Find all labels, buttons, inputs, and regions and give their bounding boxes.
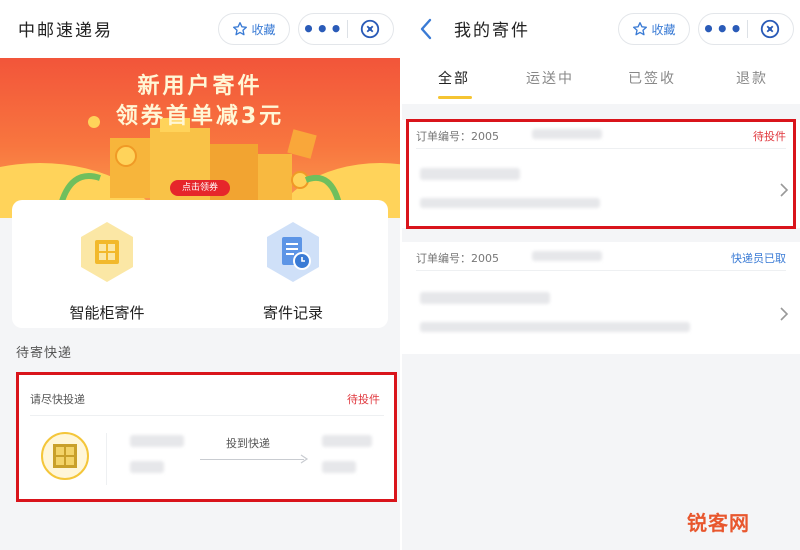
star-icon <box>233 22 248 36</box>
promo-banner[interactable]: 新用户寄件 领券首单减3元 点击领券 <box>0 58 400 218</box>
highlight-frame <box>16 372 397 502</box>
blurred-recipient <box>420 292 550 304</box>
send-records[interactable]: 寄件记录 <box>198 220 388 323</box>
tab-all[interactable]: 全部 <box>438 68 470 88</box>
site-watermark: 锐客网 <box>687 511 750 535</box>
blurred-order-number <box>532 251 602 261</box>
tab-refund[interactable]: 退款 <box>736 68 768 88</box>
close-circle-icon <box>361 19 380 39</box>
chevron-right-icon <box>780 307 789 321</box>
right-navbar: 我的寄件 收藏 ••• <box>402 0 800 58</box>
right-screen: 我的寄件 收藏 ••• 全部 运送中 已签收 退款 订单编号：2005 待投件 … <box>402 0 800 550</box>
status-badge: 快递员已取 <box>731 252 786 265</box>
active-tab-indicator <box>438 96 472 99</box>
close-circle-icon <box>761 19 780 39</box>
close-button[interactable] <box>747 18 793 40</box>
service-label: 寄件记录 <box>262 304 323 322</box>
page-title: 中邮速递易 <box>18 21 113 41</box>
highlight-frame <box>406 119 796 229</box>
document-clock-icon <box>267 222 319 282</box>
more-button[interactable]: ••• <box>299 17 347 41</box>
locker-icon <box>81 222 133 282</box>
miniprogram-capsule: ••• <box>298 13 394 45</box>
star-icon <box>633 22 648 36</box>
left-screen: 中邮速递易 收藏 ••• 新用户寄件 领券首单减3元 点击领券 智能柜寄件 寄件… <box>0 0 400 550</box>
status-tabs: 全部 运送中 已签收 退款 <box>402 58 800 104</box>
claim-coupon-button[interactable]: 点击领券 <box>170 180 230 196</box>
favorite-label: 收藏 <box>651 22 676 37</box>
back-arrow-icon[interactable] <box>418 17 434 41</box>
blurred-address <box>420 322 690 332</box>
favorite-label: 收藏 <box>251 22 276 37</box>
smart-locker-send[interactable]: 智能柜寄件 <box>12 220 202 323</box>
order-card[interactable]: 订单编号：2005 快递员已取 <box>402 242 800 354</box>
banner-headline-2: 领券首单减3元 <box>115 104 285 129</box>
banner-headline-1: 新用户寄件 <box>137 74 263 99</box>
page-title: 我的寄件 <box>454 21 530 41</box>
favorite-button[interactable]: 收藏 <box>218 13 290 45</box>
order-number-label: 订单编号：2005 <box>416 252 499 265</box>
left-navbar: 中邮速递易 收藏 ••• <box>0 0 400 58</box>
more-button[interactable]: ••• <box>699 17 747 41</box>
pending-section-title: 待寄快递 <box>16 346 73 361</box>
divider <box>416 270 786 271</box>
close-button[interactable] <box>347 18 393 40</box>
service-label: 智能柜寄件 <box>69 304 145 322</box>
services-card: 智能柜寄件 寄件记录 <box>12 200 388 328</box>
tab-in-transit[interactable]: 运送中 <box>526 68 574 88</box>
tab-signed[interactable]: 已签收 <box>628 68 676 88</box>
favorite-button[interactable]: 收藏 <box>618 13 690 45</box>
miniprogram-capsule: ••• <box>698 13 794 45</box>
